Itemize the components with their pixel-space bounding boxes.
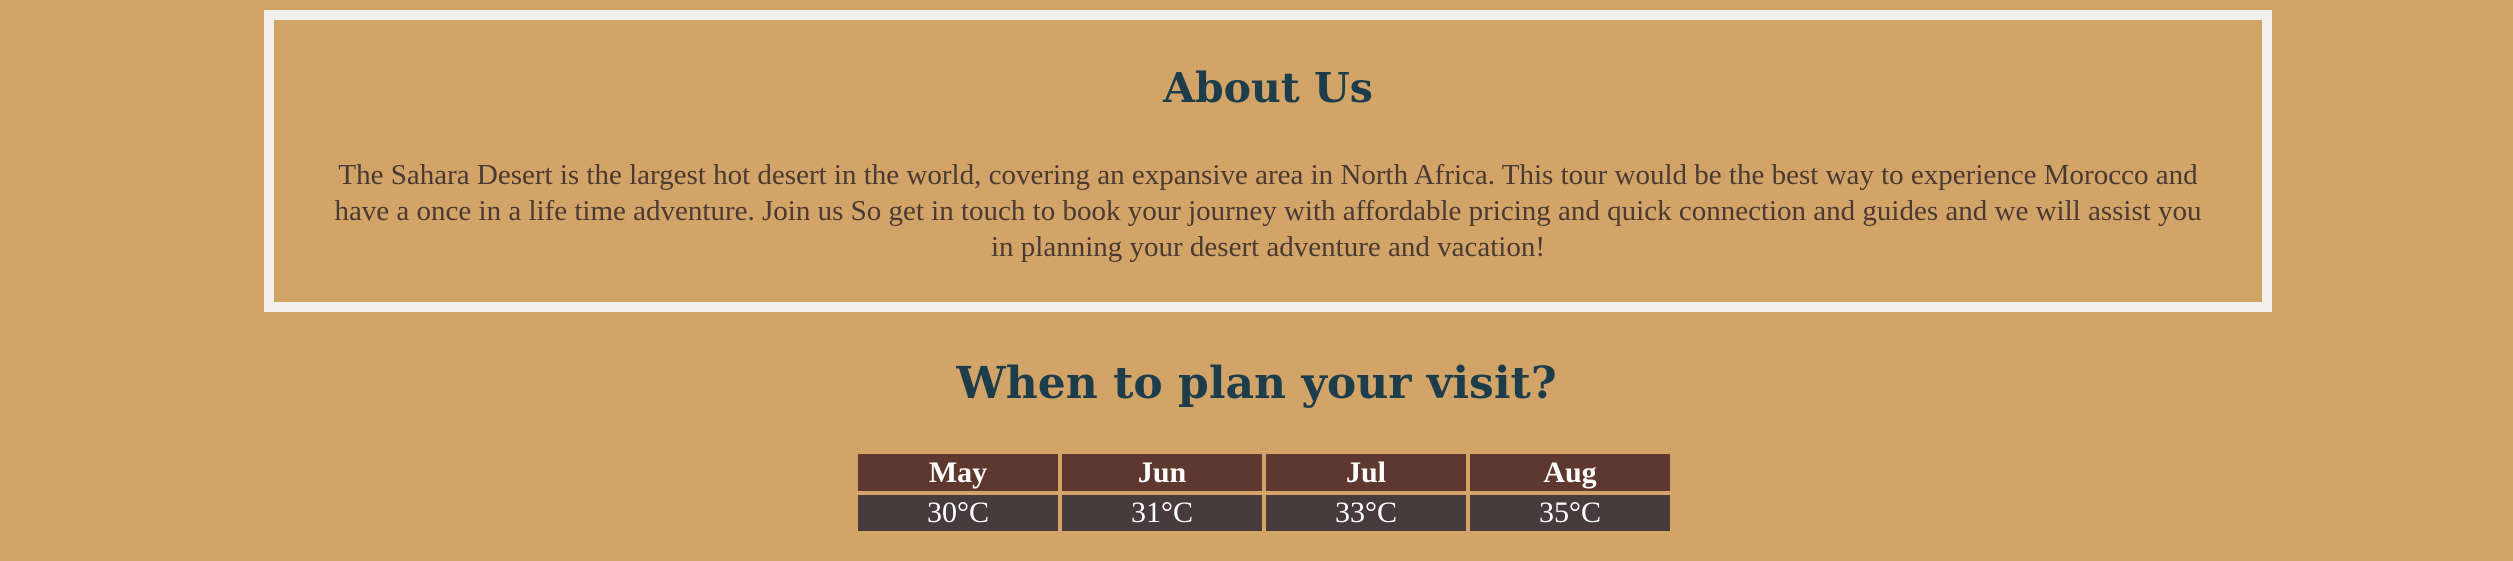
page: { "about": { "title": "About Us", "text"… (0, 0, 2513, 561)
month-cell: Aug (1470, 454, 1670, 491)
temperature-cell: 33°C (1266, 495, 1466, 531)
temperature-cell: 35°C (1470, 495, 1670, 531)
about-us-description: The Sahara Desert is the largest hot des… (334, 159, 2202, 263)
about-us-section: About Us The Sahara Desert is the larges… (264, 10, 2272, 312)
monthly-temperature-table: May Jun Jul Aug 30°C 31°C 33°C 35°C (854, 450, 1674, 535)
about-us-heading: About Us (1163, 64, 1373, 112)
visit-planning-heading: When to plan your visit? (956, 358, 1557, 409)
month-cell: Jul (1266, 454, 1466, 491)
temperature-cell: 30°C (858, 495, 1058, 531)
month-cell: Jun (1062, 454, 1262, 491)
month-cell: May (858, 454, 1058, 491)
month-header-row: May Jun Jul Aug (858, 454, 1670, 491)
temperature-cell: 31°C (1062, 495, 1262, 531)
temperature-row: 30°C 31°C 33°C 35°C (858, 495, 1670, 531)
